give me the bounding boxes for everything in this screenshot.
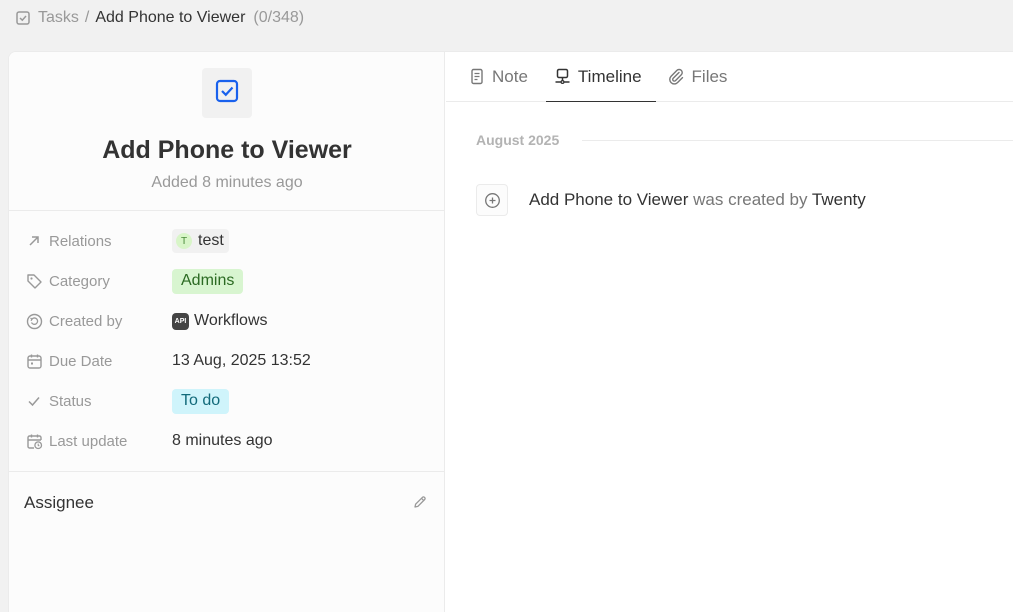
- avatar: T: [176, 233, 192, 249]
- timeline-month-label: August 2025: [476, 132, 560, 148]
- breadcrumb-separator: /: [84, 9, 90, 26]
- timeline-event-text: Add Phone to Viewer was created by Twent…: [529, 190, 866, 210]
- record-card: Add Phone to Viewer Added 8 minutes ago …: [8, 51, 1013, 612]
- arrow-up-right-icon: [25, 232, 43, 250]
- field-due-date: Due Date 13 Aug, 2025 13:52: [9, 341, 444, 381]
- record-header: Add Phone to Viewer Added 8 minutes ago: [9, 52, 444, 211]
- timeline-divider: [582, 140, 1013, 141]
- event-subject-link[interactable]: Add Phone to Viewer: [529, 190, 688, 209]
- tab-files[interactable]: Files: [666, 52, 740, 101]
- field-created-by: Created by API Workflows: [9, 301, 444, 341]
- api-badge: API: [172, 312, 189, 330]
- event-actor: Twenty: [811, 190, 866, 209]
- field-label: Relations: [49, 232, 112, 250]
- tag-icon: [25, 272, 43, 290]
- record-icon[interactable]: [202, 68, 252, 118]
- tab-timeline[interactable]: Timeline: [545, 52, 656, 102]
- field-value[interactable]: To do: [172, 388, 230, 414]
- breadcrumb: Tasks / Add Phone to Viewer (0/348): [0, 0, 1013, 36]
- field-category: Category Admins: [9, 261, 444, 301]
- tab-label: Files: [691, 66, 728, 86]
- event-verb: was created by: [693, 190, 808, 209]
- field-last-update: Last update 8 minutes ago: [9, 421, 444, 461]
- field-label: Due Date: [49, 352, 113, 370]
- checkbox-icon: [14, 9, 32, 27]
- last-update-value: 8 minutes ago: [172, 432, 273, 449]
- tab-note[interactable]: Note: [466, 52, 540, 101]
- due-date-value[interactable]: 13 Aug, 2025 13:52: [172, 352, 311, 370]
- record-fields: Relations T test Category Admins Created…: [9, 211, 444, 472]
- breadcrumb-current: Add Phone to Viewer: [95, 9, 246, 26]
- field-relations: Relations T test: [9, 221, 444, 261]
- note-icon: [468, 68, 486, 86]
- status-tag: To do: [172, 388, 230, 414]
- calendar-clock-icon: [25, 432, 43, 450]
- record-created-time: Added 8 minutes ago: [151, 174, 303, 191]
- field-value[interactable]: T test: [172, 229, 229, 253]
- created-by-icon: [25, 312, 43, 330]
- assignee-title: Assignee: [24, 493, 94, 512]
- record-summary-panel: Add Phone to Viewer Added 8 minutes ago …: [9, 52, 445, 612]
- field-label: Last update: [49, 432, 128, 450]
- record-position-count: (0/348): [253, 9, 305, 26]
- timeline-icon: [554, 68, 572, 86]
- field-value[interactable]: Admins: [172, 268, 244, 294]
- record-title[interactable]: Add Phone to Viewer: [9, 136, 445, 165]
- category-tag: Admins: [172, 268, 244, 294]
- record-activity-panel: Note Timeline Files August 2025 Add Phon…: [446, 52, 1013, 612]
- field-label: Created by: [49, 312, 123, 330]
- tab-label: Timeline: [577, 66, 642, 86]
- paperclip-icon: [668, 68, 686, 86]
- pencil-icon[interactable]: [411, 494, 427, 510]
- breadcrumb-tasks-link[interactable]: Tasks: [38, 9, 79, 27]
- field-label: Category: [49, 272, 110, 290]
- assignee-section: Assignee: [9, 472, 444, 532]
- timeline-event: Add Phone to Viewer was created by Twent…: [476, 184, 866, 216]
- field-status: Status To do: [9, 381, 444, 421]
- tab-bar: Note Timeline Files: [446, 52, 1013, 102]
- plus-circle-icon: [476, 184, 508, 216]
- field-value: API Workflows: [172, 312, 268, 330]
- checkbox-icon: [214, 78, 240, 109]
- relation-chip-label: test: [198, 232, 224, 249]
- calendar-icon: [25, 352, 43, 370]
- field-label: Status: [49, 392, 92, 410]
- check-icon: [25, 392, 43, 410]
- tab-label: Note: [492, 66, 528, 86]
- created-by-value: Workflows: [194, 312, 268, 329]
- relation-chip[interactable]: T test: [172, 229, 229, 253]
